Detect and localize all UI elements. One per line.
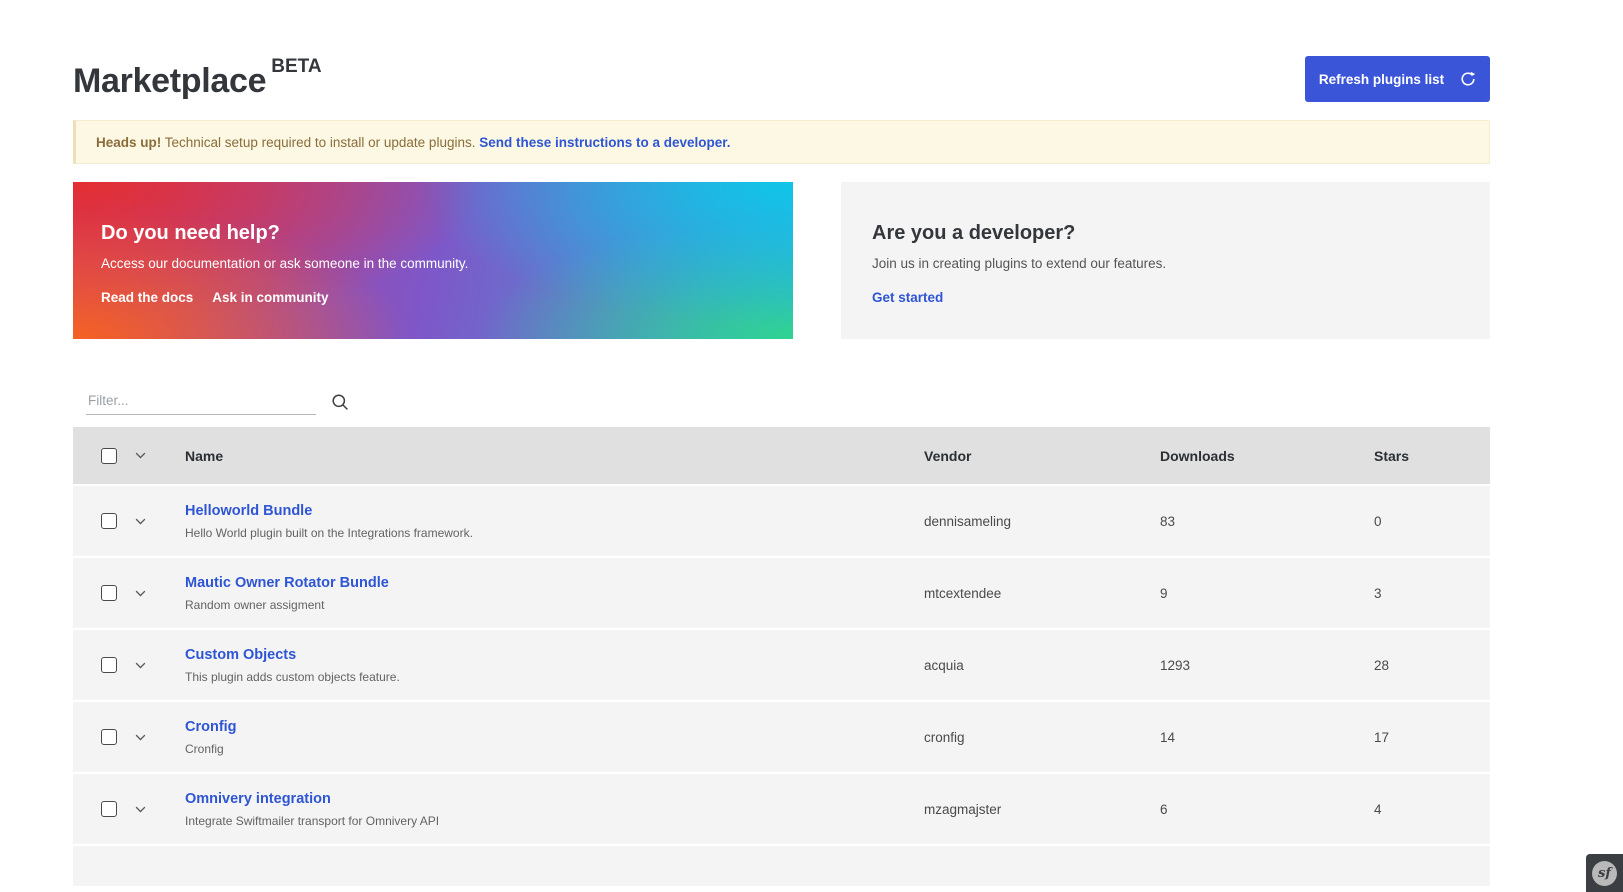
info-cards: Do you need help? Access our documentati… [73, 182, 1490, 339]
developer-card-links: Get started [872, 290, 1462, 305]
plugin-downloads: 83 [1160, 514, 1374, 529]
help-card-links: Read the docs Ask in community [101, 290, 765, 305]
plugin-downloads: 9 [1160, 586, 1374, 601]
plugin-downloads: 6 [1160, 802, 1374, 817]
chevron-down-icon[interactable] [135, 662, 146, 669]
expand-all-cell [135, 452, 185, 459]
page-title: Marketplace [73, 62, 266, 100]
page-title-wrap: Marketplace BETA [73, 56, 322, 98]
plugin-stars: 28 [1374, 658, 1490, 673]
plugins-table: Name Vendor Downloads Stars Helloworld B… [73, 427, 1490, 886]
developer-card-body: Join us in creating plugins to extend ou… [872, 256, 1462, 271]
symfony-profiler-button[interactable]: sf [1586, 854, 1623, 892]
select-all-cell [101, 448, 135, 464]
row-expand-cell [135, 518, 185, 525]
alert-body: Technical setup required to install or u… [161, 135, 479, 150]
select-all-checkbox[interactable] [101, 448, 117, 464]
plugin-stars: 17 [1374, 730, 1490, 745]
row-checkbox-cell [101, 729, 135, 745]
plugin-name-link[interactable]: Helloworld Bundle [185, 503, 312, 519]
search-icon [331, 393, 349, 411]
refresh-button-label: Refresh plugins list [1319, 72, 1444, 87]
heads-up-alert: Heads up! Technical setup required to in… [73, 120, 1490, 164]
plugin-name-cell: Helloworld Bundle Hello World plugin bui… [185, 502, 924, 540]
row-checkbox-cell [101, 585, 135, 601]
row-expand-cell [135, 662, 185, 669]
row-checkbox[interactable] [101, 801, 117, 817]
chevron-down-icon[interactable] [135, 452, 146, 459]
plugin-description: Hello World plugin built on the Integrat… [185, 526, 924, 540]
plugin-vendor: acquia [924, 658, 1160, 673]
table-row-partial [73, 846, 1490, 886]
table-row: Omnivery integration Integrate Swiftmail… [73, 774, 1490, 844]
developer-card: Are you a developer? Join us in creating… [841, 182, 1490, 339]
row-checkbox[interactable] [101, 729, 117, 745]
filter-input[interactable] [86, 387, 316, 415]
row-checkbox[interactable] [101, 513, 117, 529]
symfony-logo-text: sf [1598, 866, 1611, 881]
row-checkbox-cell [101, 801, 135, 817]
chevron-down-icon[interactable] [135, 518, 146, 525]
help-card-body: Access our documentation or ask someone … [101, 256, 765, 271]
row-expand-cell [135, 590, 185, 597]
read-the-docs-link[interactable]: Read the docs [101, 290, 193, 305]
plugin-downloads: 14 [1160, 730, 1374, 745]
plugin-name-link[interactable]: Omnivery integration [185, 791, 331, 807]
table-row: Helloworld Bundle Hello World plugin bui… [73, 486, 1490, 556]
page-header: Marketplace BETA Refresh plugins list [73, 56, 1490, 102]
plugin-name-link[interactable]: Mautic Owner Rotator Bundle [185, 575, 389, 591]
filter-bar [86, 384, 1490, 415]
plugin-stars: 4 [1374, 802, 1490, 817]
chevron-down-icon[interactable] [135, 590, 146, 597]
refresh-icon [1460, 71, 1476, 87]
plugin-stars: 3 [1374, 586, 1490, 601]
row-checkbox-cell [101, 657, 135, 673]
plugin-name-cell: Custom Objects This plugin adds custom o… [185, 646, 924, 684]
column-header-name: Name [185, 448, 924, 464]
plugin-vendor: mtcextendee [924, 586, 1160, 601]
plugin-name-cell: Mautic Owner Rotator Bundle Random owner… [185, 574, 924, 612]
plugin-name-link[interactable]: Cronfig [185, 719, 237, 735]
plugin-stars: 0 [1374, 514, 1490, 529]
row-expand-cell [135, 734, 185, 741]
table-header-row: Name Vendor Downloads Stars [73, 427, 1490, 484]
table-row: Custom Objects This plugin adds custom o… [73, 630, 1490, 700]
plugin-name-cell: Omnivery integration Integrate Swiftmail… [185, 790, 924, 828]
row-checkbox[interactable] [101, 657, 117, 673]
alert-text-wrap: Heads up! Technical setup required to in… [96, 135, 731, 150]
alert-lead: Heads up! [96, 135, 161, 150]
plugin-description: Integrate Swiftmailer transport for Omni… [185, 814, 924, 828]
plugin-description: This plugin adds custom objects feature. [185, 670, 924, 684]
send-instructions-link[interactable]: Send these instructions to a developer. [479, 135, 730, 150]
plugin-downloads: 1293 [1160, 658, 1374, 673]
column-header-downloads: Downloads [1160, 448, 1374, 464]
plugin-name-cell: Cronfig Cronfig [185, 718, 924, 756]
refresh-plugins-button[interactable]: Refresh plugins list [1305, 56, 1490, 102]
chevron-down-icon[interactable] [135, 806, 146, 813]
column-header-stars: Stars [1374, 448, 1490, 464]
beta-badge: BETA [271, 57, 321, 76]
ask-in-community-link[interactable]: Ask in community [212, 290, 328, 305]
chevron-down-icon[interactable] [135, 734, 146, 741]
plugin-vendor: cronfig [924, 730, 1160, 745]
developer-card-title: Are you a developer? [872, 222, 1462, 245]
plugin-table-body: Helloworld Bundle Hello World plugin bui… [73, 486, 1490, 844]
table-row: Cronfig Cronfig cronfig 14 17 [73, 702, 1490, 772]
row-expand-cell [135, 806, 185, 813]
plugin-name-link[interactable]: Custom Objects [185, 647, 296, 663]
help-card-title: Do you need help? [101, 222, 765, 245]
help-card: Do you need help? Access our documentati… [73, 182, 793, 339]
marketplace-page: Marketplace BETA Refresh plugins list Hea… [0, 0, 1623, 892]
symfony-logo-icon: sf [1592, 861, 1617, 886]
row-checkbox[interactable] [101, 585, 117, 601]
plugin-description: Random owner assigment [185, 598, 924, 612]
plugin-vendor: mzagmajster [924, 802, 1160, 817]
table-row: Mautic Owner Rotator Bundle Random owner… [73, 558, 1490, 628]
plugin-vendor: dennisameling [924, 514, 1160, 529]
get-started-link[interactable]: Get started [872, 290, 943, 305]
column-header-vendor: Vendor [924, 448, 1160, 464]
plugin-description: Cronfig [185, 742, 924, 756]
row-checkbox-cell [101, 513, 135, 529]
